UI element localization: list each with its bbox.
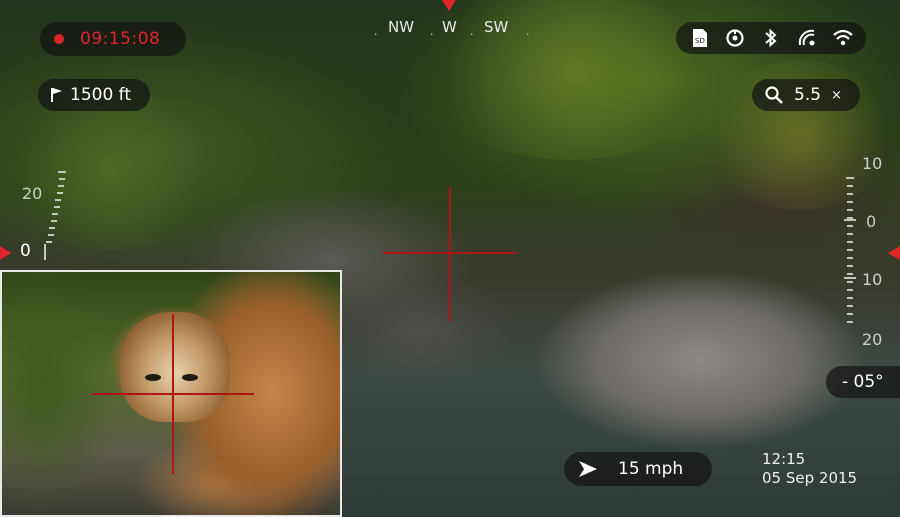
range-readout: 1500 ft: [38, 79, 150, 111]
compass-tick: ·: [470, 28, 474, 41]
date-time: 12:15 05 Sep 2015: [762, 450, 857, 488]
gps-icon: [796, 27, 818, 49]
status-bar: SD: [676, 22, 866, 54]
wind-readout: 15 mph: [564, 452, 712, 486]
zoom-readout: 5.5 ×: [752, 79, 860, 111]
right-scale-label: 10: [862, 270, 883, 289]
right-scale-ticks: [844, 177, 856, 323]
record-timer: 09:15:08: [40, 22, 186, 56]
compass-tick: ·: [430, 28, 434, 41]
clock-date: 05 Sep 2015: [762, 469, 858, 487]
left-scale-zero-line: [44, 244, 46, 260]
wind-direction-icon: [579, 461, 597, 477]
range-flag-icon: [51, 88, 62, 102]
right-scale-pointer-icon: [888, 246, 900, 260]
wind-value: 15 mph: [618, 459, 684, 479]
left-scale: 20: [0, 170, 80, 270]
pip-subject-image: [120, 312, 230, 422]
compass-heading-w: W: [442, 18, 457, 36]
search-icon: [765, 86, 783, 104]
pip-subject-eye: [182, 374, 198, 381]
compass-tick: ·: [526, 28, 530, 41]
zoom-value: 5.5: [794, 85, 822, 105]
zoom-unit: ×: [831, 87, 842, 103]
right-scale-label: 20: [862, 330, 883, 349]
compass-heading-sw: SW: [484, 18, 509, 36]
pip-subject-eye: [145, 374, 161, 381]
compass-pointer-icon: [442, 0, 456, 11]
right-scale-label: 10: [862, 154, 883, 173]
record-time: 09:15:08: [80, 29, 161, 49]
left-scale-ticks: [46, 171, 66, 243]
picture-in-picture: [0, 270, 342, 517]
clock-time: 12:15: [762, 450, 806, 468]
record-dot-icon: [54, 34, 64, 44]
wifi-icon: [832, 27, 854, 49]
range-value: 1500 ft: [70, 85, 132, 105]
incline-value: - 05°: [842, 372, 884, 392]
svg-text:SD: SD: [695, 37, 705, 45]
compass: · NW · W · SW ·: [370, 10, 540, 44]
scope-view: 09:15:08 1500 ft · NW · W · SW · SD 5.5 …: [0, 0, 900, 517]
timer-icon: [724, 27, 746, 49]
compass-heading-nw: NW: [388, 18, 415, 36]
compass-tick: ·: [374, 28, 378, 41]
pip-reticle-vertical: [172, 314, 174, 474]
bluetooth-icon: [760, 27, 782, 49]
left-scale-pointer-icon: [0, 246, 11, 260]
incline-readout: - 05°: [826, 366, 900, 398]
right-scale-label: 0: [866, 212, 877, 231]
left-scale-zero: 0: [20, 241, 31, 261]
reticle-vertical: [449, 187, 451, 321]
sd-card-icon: SD: [688, 27, 710, 49]
